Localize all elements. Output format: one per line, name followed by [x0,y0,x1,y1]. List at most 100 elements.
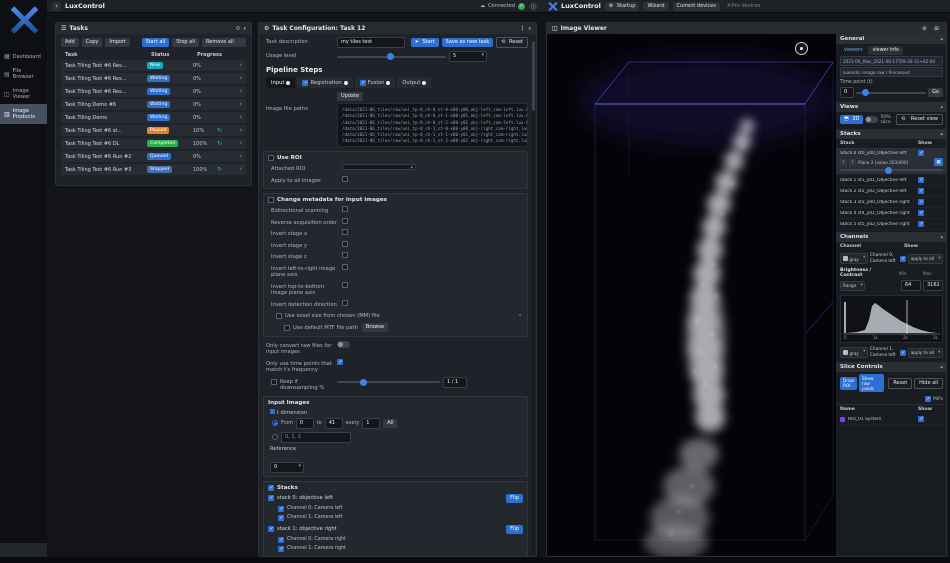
stack0-flip-button[interactable]: Flip [506,494,523,503]
stop-all-button[interactable]: Stop all [172,38,199,47]
stack-show-checkbox[interactable] [918,150,924,156]
stack-show-checkbox[interactable] [918,210,924,216]
save-as-new-task-button[interactable]: Save as new task [442,38,494,47]
plane-histogram-button[interactable]: ▦ [934,158,943,166]
chevron-right-icon[interactable]: › [239,166,242,173]
stack0-channel1-checkbox[interactable] [278,515,284,521]
stack1-channel0-checkbox[interactable] [278,537,284,543]
sidebar-item-image-viewer[interactable]: ◫ Image Viewer [0,84,47,104]
stack1-checkbox[interactable] [268,526,274,532]
config-scrollbar[interactable] [532,37,535,555]
hide-all-button[interactable]: Hide all [914,378,943,389]
sidebar-item-file-browser[interactable]: ▤ File Browser [0,64,47,84]
attached-roi-select[interactable] [342,164,416,170]
tasks-settings-icon[interactable]: ⚙ [236,26,241,32]
stack-show-checkbox[interactable] [918,188,924,194]
task-description-input[interactable]: my tiles test [337,37,405,48]
convert-raw-toggle[interactable] [337,341,350,348]
stack-row-selected[interactable]: Stack 0 st0_y00_Objective left ‹ › Plane… [836,148,947,175]
import-task-button[interactable]: Import [105,38,130,47]
channel0-apply-select[interactable]: apply to all [908,254,943,264]
experiment-id-chip[interactable]: 2021-06_tiles_2021-06-17T09-30-31+02-00 [840,56,943,66]
chevron-down-icon[interactable]: ⌄ [517,311,523,318]
chevron-right-icon[interactable]: › [239,114,242,121]
downsample-checkbox[interactable] [271,379,277,385]
show-raw-pixels-button[interactable]: Show raw pixels [859,374,884,392]
mm-file-checkbox[interactable] [276,313,282,319]
stack-show-checkbox[interactable] [918,221,924,227]
from-input[interactable]: 0 [296,418,314,429]
range-select[interactable]: Range [840,281,865,291]
view-navigation-puck[interactable] [795,42,808,55]
downsample-slider[interactable] [337,381,440,383]
tab-fusion[interactable]: Fusion [355,77,396,88]
meta-row-checkbox[interactable] [342,264,348,270]
every-input[interactable]: 1 [362,418,380,429]
start-button[interactable]: ➤ Start [411,38,439,47]
roi-row[interactable]: ROI_01 System [836,414,947,425]
slice-toggle[interactable] [865,116,878,123]
chevron-right-icon[interactable]: › [239,140,242,147]
task-row[interactable]: Task Tiling Test #6 Res… Waiting 0% › [61,86,246,97]
chevron-right-icon[interactable]: › [239,153,242,160]
reset-button[interactable]: ⟲ Reset [496,37,528,48]
task-row[interactable]: Task Tiling Test #6 Run #3 Stopped 100% … [61,164,246,175]
intensity-histogram[interactable]: 0 1k 2k 3k [840,295,943,343]
panel-collapse-icon[interactable]: ▾ [528,26,531,32]
sidebar-item-image-products[interactable]: ▥ Image Products [0,104,47,124]
stack-show-checkbox[interactable] [918,199,924,205]
tasks-collapse-icon[interactable]: ▾ [243,26,246,32]
browse-button[interactable]: Browse [362,323,388,332]
task-row[interactable]: Task Tiling Test #6 Res… New 0% › [61,60,246,71]
task-row[interactable]: Task Tiling Demo Waiting 0% › [61,112,246,123]
tab-output[interactable]: Output [397,77,431,88]
draw-roi-button[interactable]: Draw ROI [840,377,857,390]
task-row[interactable]: Task Tiling Demo #6 Waiting 0% › [61,99,246,110]
startup-button[interactable]: ⚙ Startup [605,2,640,11]
channel0-show-checkbox[interactable] [900,256,906,262]
stack-row[interactable]: Stack 5 st5_y02_Objective right [836,219,947,230]
mips-checkbox[interactable] [925,396,931,402]
stack-show-checkbox[interactable] [918,177,924,183]
stacks-checkbox[interactable] [268,485,274,491]
use-roi-checkbox[interactable] [268,155,274,161]
channel0-color-select[interactable]: gray [840,253,868,264]
time-point-input[interactable]: 0 [840,87,854,98]
roi-show-checkbox[interactable] [918,416,924,422]
stack1-flip-button[interactable]: Flip [506,525,523,534]
stack-row[interactable]: Stack 2 st2_y02_Objective left [836,186,947,197]
to-input[interactable]: 41 [325,418,343,429]
timepoint-list-input[interactable]: 0, 1, 2 [281,432,351,443]
channels-section-header[interactable]: Channels▴ [836,232,947,242]
general-section-header[interactable]: General▴ [836,34,947,44]
fusion-checkbox[interactable] [360,80,366,86]
chevron-right-icon[interactable]: › [239,75,242,82]
stack-row[interactable]: Stack 1 st1_y01_Objective left [836,175,947,186]
time-point-slider[interactable] [856,92,926,94]
stack0-channel0-checkbox[interactable] [278,506,284,512]
add-task-button[interactable]: Add [61,38,79,47]
task-row[interactable]: Task Tiling Test #6 st… Paused 10% ↻ › [61,125,246,136]
range-radio[interactable] [272,420,278,426]
usage-level-value[interactable]: 5 [449,51,487,62]
remove-all-button[interactable]: Remove all [202,38,246,47]
reference-input[interactable]: 0 [270,462,304,473]
channel1-color-select[interactable]: gray [840,347,868,358]
image-source-chip[interactable]: luxendo: image raw / Processed [840,67,943,77]
panel-menu-icon[interactable]: ⋮ [519,25,525,32]
roi-color-swatch[interactable] [840,417,845,422]
usage-level-slider[interactable] [337,56,446,58]
tab-viewer-info[interactable]: viewer info [868,46,903,55]
current-devices-button[interactable]: Current devices [673,2,720,11]
tab-viewers[interactable]: viewers [840,46,866,55]
reset-rois-button[interactable]: Reset [888,378,912,389]
volume-render-canvas[interactable] [547,34,836,557]
stack-row[interactable]: Stack 4 st4_y01_Objective right [836,208,947,219]
plane-next-button[interactable]: › [849,159,856,166]
downsample-value[interactable]: 1 / 1 [443,377,467,388]
task-row[interactable]: Task Tiling Test #6 Res… Waiting 0% › [61,73,246,84]
image-file-paths-list[interactable]: /data/2021-06_tiles/raw/uni_tp-0_ch-0_st… [337,103,528,147]
tab-registration[interactable]: Registration [297,77,352,88]
viewer-expand-button[interactable]: ⊡ [932,24,941,33]
all-timepoints-button[interactable]: All [383,419,397,428]
